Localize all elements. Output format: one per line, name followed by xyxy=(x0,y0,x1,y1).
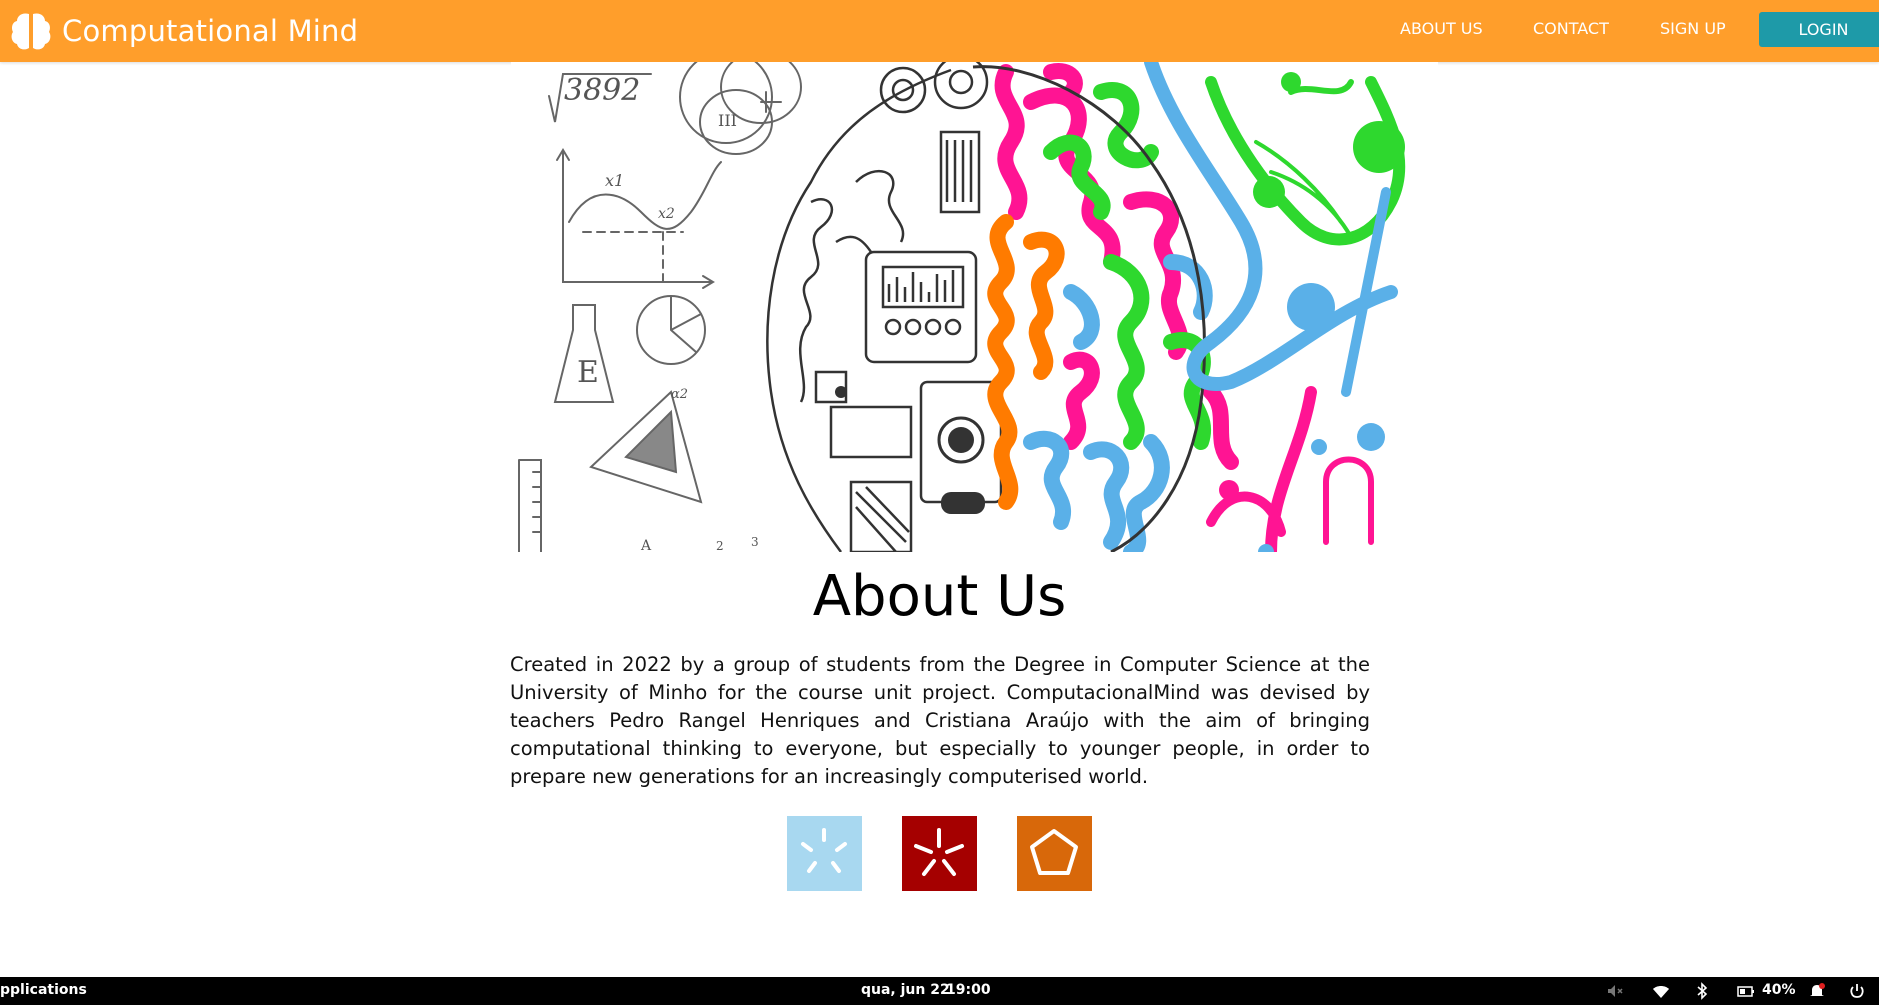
bluetooth-icon[interactable] xyxy=(1693,982,1711,1000)
hero-label-x2: x2 xyxy=(658,206,675,222)
wifi-icon[interactable] xyxy=(1652,982,1670,1000)
brand[interactable]: Computational Mind xyxy=(8,6,358,56)
university-logo-light-blue[interactable] xyxy=(787,816,862,891)
hero-label-a: A xyxy=(640,538,652,552)
system-taskbar: pplications qua, jun 22 19:00 40% xyxy=(0,977,1879,1005)
hero-number-3892: 3892 xyxy=(564,73,640,108)
battery-icon[interactable] xyxy=(1737,982,1755,1000)
about-us-title: About Us xyxy=(812,564,1067,629)
taskbar-date[interactable]: qua, jun 22 xyxy=(861,982,950,998)
hero-brain-illustration: 3892 III x1 x2 E α2 A 2 3 xyxy=(511,62,1438,552)
applications-menu[interactable]: pplications xyxy=(0,982,87,998)
hero-label-alpha: α2 xyxy=(671,387,688,402)
hero-label-3: 3 xyxy=(751,535,759,549)
power-icon[interactable] xyxy=(1848,982,1866,1000)
hero-roman-three: III xyxy=(718,111,737,130)
battery-percentage: 40% xyxy=(1762,982,1796,998)
login-button[interactable]: LOGIN xyxy=(1759,12,1879,47)
taskbar-time[interactable]: 19:00 xyxy=(946,982,991,998)
university-of-minho-logo[interactable] xyxy=(902,816,977,891)
nav-link-contact[interactable]: CONTACT xyxy=(1533,19,1609,38)
nav-link-sign-up[interactable]: SIGN UP xyxy=(1660,19,1726,38)
notification-icon[interactable] xyxy=(1808,982,1826,1000)
hero-label-2: 2 xyxy=(716,539,724,552)
engineering-school-logo[interactable] xyxy=(1017,816,1092,891)
about-us-description: Created in 2022 by a group of students f… xyxy=(510,653,1370,788)
hero-label-e: E xyxy=(577,355,599,390)
brand-name: Computational Mind xyxy=(62,14,359,48)
brain-icon xyxy=(11,13,51,50)
volume-muted-icon[interactable] xyxy=(1606,982,1624,1000)
hero-label-x1: x1 xyxy=(605,171,624,190)
nav-link-about-us[interactable]: ABOUT US xyxy=(1400,19,1483,38)
navbar: Computational Mind ABOUT US CONTACT SIGN… xyxy=(0,0,1879,62)
